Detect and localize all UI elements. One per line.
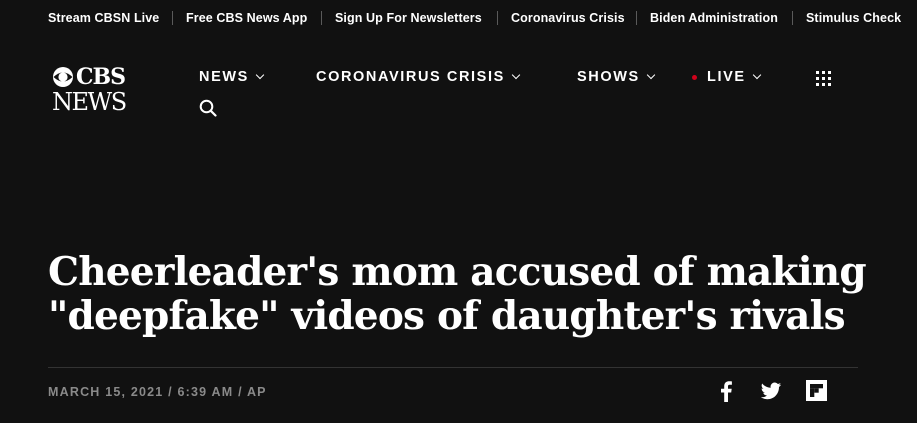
share-facebook-button[interactable]: [719, 380, 733, 402]
chevron-down-icon: [255, 70, 265, 80]
nav-news[interactable]: NEWS: [199, 69, 265, 85]
topbar-separator: [321, 11, 322, 25]
cbs-eye-icon: [53, 67, 73, 87]
chevron-down-icon: [511, 70, 521, 80]
article-headline: Cheerleader's mom accused of making "dee…: [48, 249, 867, 339]
topbar-link-stimulus-check[interactable]: Stimulus Check: [806, 11, 901, 25]
nav-shows[interactable]: SHOWS: [577, 69, 656, 85]
topbar-link-stream-cbsn-live[interactable]: Stream CBSN Live: [48, 11, 159, 25]
twitter-icon: [760, 382, 782, 400]
topbar-link-biden-administration[interactable]: Biden Administration: [650, 11, 778, 25]
byline-separator: /: [168, 385, 178, 399]
grid-menu-icon[interactable]: [816, 71, 831, 86]
article-source[interactable]: AP: [247, 385, 267, 399]
nav-news-label: NEWS: [199, 69, 249, 85]
logo-news-text: NEWS: [52, 88, 127, 116]
chevron-down-icon: [752, 70, 761, 80]
topbar-link-free-cbs-news-app[interactable]: Free CBS News App: [186, 11, 307, 25]
byline-separator: /: [238, 385, 247, 399]
nav-coronavirus-label: CORONAVIRUS CRISIS: [316, 69, 505, 85]
cbs-news-logo[interactable]: CBS NEWS: [52, 64, 138, 120]
topbar-separator: [636, 11, 637, 25]
nav-live[interactable]: LIVE: [692, 69, 761, 85]
top-utility-bar: Stream CBSN Live Free CBS News App Sign …: [0, 0, 917, 38]
logo-cbs-text: CBS: [76, 64, 126, 90]
nav-shows-label: SHOWS: [577, 69, 640, 85]
topbar-separator: [172, 11, 173, 25]
article-date: MARCH 15, 2021: [48, 385, 164, 399]
share-flipboard-button[interactable]: [806, 380, 827, 402]
article-byline: MARCH 15, 2021 / 6:39 AM / AP: [48, 385, 267, 399]
divider: [48, 367, 858, 368]
topbar-separator: [792, 11, 793, 25]
search-icon[interactable]: [199, 99, 217, 117]
topbar-separator: [497, 11, 498, 25]
facebook-icon: [721, 381, 732, 402]
article-time: 6:39 AM: [177, 385, 234, 399]
topbar-link-coronavirus-crisis[interactable]: Coronavirus Crisis: [511, 11, 625, 25]
nav-live-label: LIVE: [707, 69, 746, 85]
flipboard-icon: [806, 380, 827, 401]
live-indicator-dot: [692, 74, 697, 80]
nav-coronavirus-crisis[interactable]: CORONAVIRUS CRISIS: [316, 69, 521, 85]
topbar-link-newsletters[interactable]: Sign Up For Newsletters: [335, 11, 482, 25]
share-twitter-button[interactable]: [760, 380, 782, 402]
chevron-down-icon: [646, 70, 656, 80]
